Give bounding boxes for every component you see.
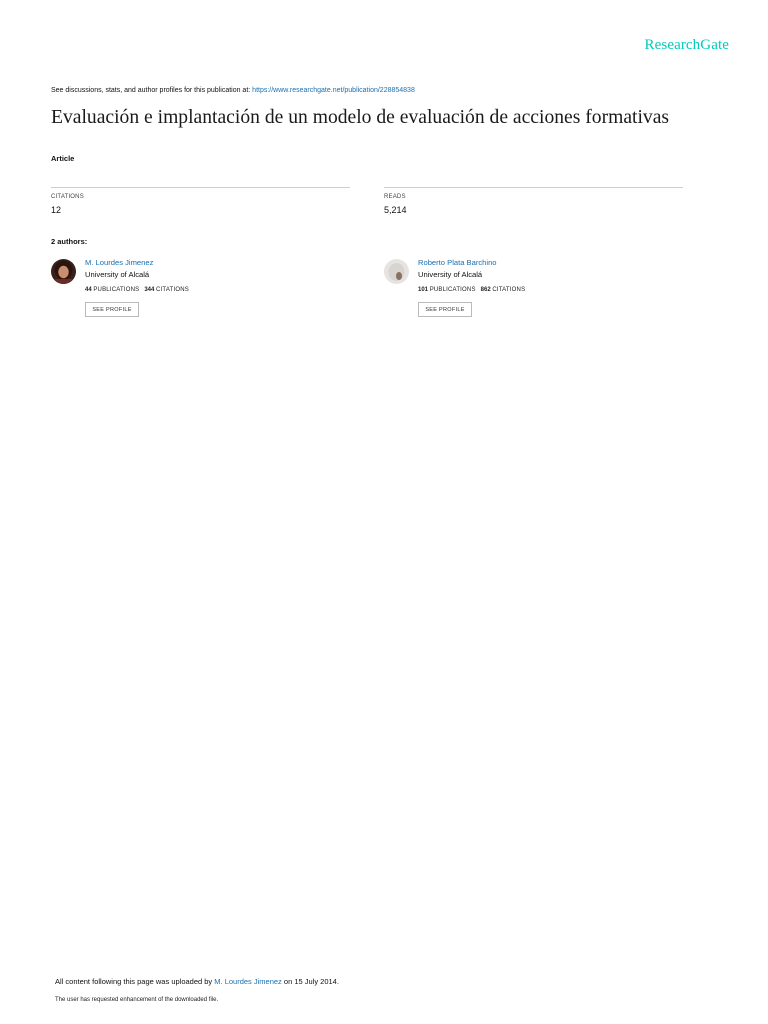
citations-divider xyxy=(51,187,350,188)
authors-heading: 2 authors: xyxy=(51,237,88,246)
author-institution: University of Alcalá xyxy=(85,270,150,279)
researchgate-logo[interactable]: ResearchGate xyxy=(645,37,729,54)
author-citations-label: CITATIONS xyxy=(492,287,526,293)
reads-value: 5,214 xyxy=(384,205,407,215)
publications-count: 44 xyxy=(85,287,92,293)
publications-label: PUBLICATIONS xyxy=(93,287,140,293)
reads-divider xyxy=(384,187,683,188)
discussion-notice: See discussions, stats, and author profi… xyxy=(51,87,415,94)
upload-suffix: on 15 July 2014. xyxy=(281,977,339,986)
uploader-link[interactable]: M. Lourdes Jimenez xyxy=(214,977,282,986)
publication-title: Evaluación e implantación de un modelo d… xyxy=(51,107,670,128)
discussion-prefix: See discussions, stats, and author profi… xyxy=(51,87,253,94)
upload-prefix: All content following this page was uplo… xyxy=(55,977,215,986)
author-stats: 44 PUBLICATIONS 344 CITATIONS xyxy=(85,287,189,293)
reads-label: READS xyxy=(384,194,406,200)
citations-label: CITATIONS xyxy=(51,194,84,200)
author-institution: University of Alcalá xyxy=(418,270,483,279)
author-avatar[interactable] xyxy=(51,259,76,284)
author-avatar[interactable] xyxy=(384,259,409,284)
see-profile-button[interactable]: SEE PROFILE xyxy=(85,302,139,317)
author-citations-count: 344 xyxy=(144,287,155,293)
author-citations-count: 862 xyxy=(480,287,491,293)
author-citations-label: CITATIONS xyxy=(156,287,189,293)
see-profile-button[interactable]: SEE PROFILE xyxy=(418,302,472,317)
citations-value: 12 xyxy=(51,205,62,215)
publications-count: 101 xyxy=(418,287,429,293)
upload-notice: All content following this page was uplo… xyxy=(55,977,339,986)
publication-type: Article xyxy=(51,154,75,163)
publication-link[interactable]: https://www.researchgate.net/publication… xyxy=(252,87,415,94)
author-name-link[interactable]: Roberto Plata Barchino xyxy=(418,258,497,267)
author-name-link[interactable]: M. Lourdes Jimenez xyxy=(85,258,153,267)
author-stats: 101 PUBLICATIONS 862 CITATIONS xyxy=(418,287,525,293)
enhancement-note: The user has requested enhancement of th… xyxy=(55,997,219,1003)
publications-label: PUBLICATIONS xyxy=(429,287,476,293)
